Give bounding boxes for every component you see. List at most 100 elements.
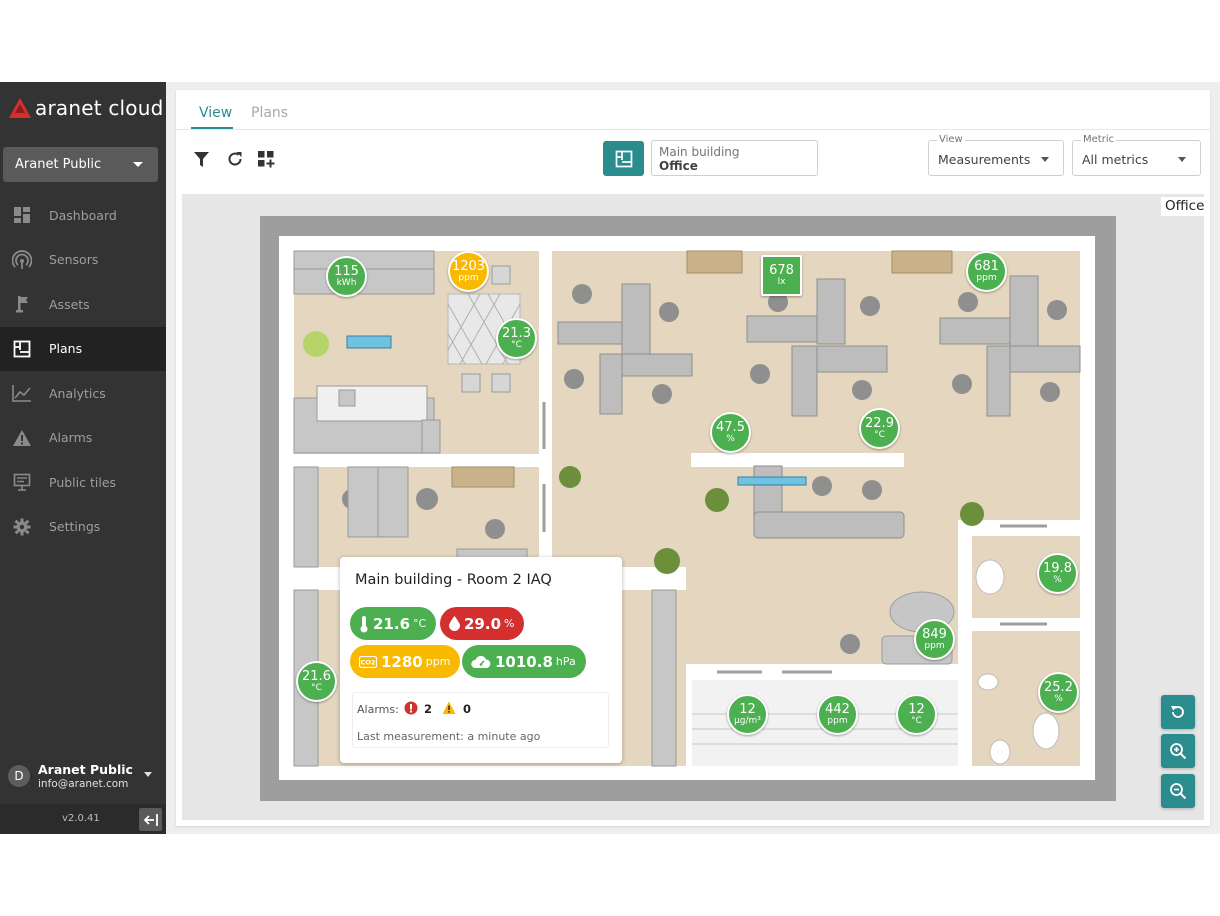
sidebar-item-alarms[interactable]: Alarms	[0, 416, 166, 461]
chip-value: 21.6	[373, 614, 411, 633]
marker-value: 849	[922, 627, 947, 642]
alarms-label: Alarms:	[357, 703, 399, 716]
floor-plan-icon	[615, 150, 632, 167]
measurement-marker[interactable]: 849 ppm	[914, 619, 955, 660]
aranet-logo[interactable]: aranet cloud	[8, 96, 163, 120]
sidebar-item-settings[interactable]: Settings	[0, 505, 166, 550]
organization-selector[interactable]: Aranet Public	[3, 147, 158, 182]
marker-unit: ppm	[976, 273, 997, 283]
chip-unit: %	[504, 617, 515, 630]
add-widget-button[interactable]	[257, 150, 275, 168]
sidebar-item-sensors[interactable]: Sensors	[0, 238, 166, 283]
sidebar-item-plans[interactable]: Plans	[0, 326, 166, 371]
marker-unit: %	[1054, 694, 1063, 704]
chevron-down-icon	[1178, 157, 1186, 162]
app-version: v2.0.41	[62, 813, 100, 824]
zoom-in-icon	[1170, 743, 1187, 760]
marker-unit: %	[1053, 575, 1062, 585]
chip-unit: hPa	[555, 655, 576, 668]
measurement-marker[interactable]: 21.6 °C	[296, 661, 337, 702]
public-tiles-icon	[12, 472, 32, 492]
brand-name: aranet cloud	[35, 96, 164, 120]
humidity-drop-icon	[449, 616, 460, 631]
measurement-marker[interactable]: 12 µg/m³	[727, 694, 768, 735]
metric-dropdown-label: Metric	[1081, 134, 1117, 145]
measurement-marker[interactable]: 25.2 %	[1038, 672, 1079, 713]
sidebar-item-public-tiles[interactable]: Public tiles	[0, 460, 166, 505]
measurement-marker[interactable]: 12 °C	[896, 694, 937, 735]
assets-icon	[12, 294, 32, 314]
location-field[interactable]: Main building Office	[651, 140, 818, 176]
marker-unit: ppm	[827, 716, 848, 726]
sidebar-item-analytics[interactable]: Analytics	[0, 371, 166, 416]
svg-text:CO2: CO2	[361, 658, 376, 666]
marker-value: 25.2	[1044, 680, 1073, 695]
user-menu[interactable]: D Aranet Public info@aranet.com	[8, 762, 158, 796]
floor-plan-canvas[interactable]: Office 115 kWh 1203 ppm 21.3 °C 678 lx 6…	[182, 194, 1204, 820]
marker-value: 681	[974, 259, 999, 274]
plans-icon	[12, 339, 32, 359]
marker-value: 47.5	[716, 420, 745, 435]
chip-unit: ppm	[425, 655, 451, 668]
view-dropdown-label: View	[937, 134, 965, 145]
chip-value: 1280	[381, 652, 423, 671]
marker-value: 22.9	[865, 416, 894, 431]
tab-plans[interactable]: Plans	[251, 105, 288, 121]
marker-unit: lx	[777, 277, 786, 287]
measurement-marker[interactable]: 47.5 %	[710, 412, 751, 453]
measurement-marker[interactable]: 1203 ppm	[448, 251, 489, 292]
marker-unit: °C	[874, 430, 885, 440]
measurement-marker[interactable]: 19.8 %	[1037, 553, 1078, 594]
temperature-chip: 21.6 °C	[350, 607, 437, 640]
zoom-out-button[interactable]	[1161, 774, 1195, 808]
filter-icon	[193, 151, 209, 167]
organization-name: Aranet Public	[15, 157, 102, 172]
metric-dropdown[interactable]: Metric All metrics	[1072, 134, 1201, 176]
collapse-sidebar-button[interactable]	[139, 808, 162, 831]
dashboard-icon	[12, 205, 32, 225]
co2-icon: CO2	[359, 655, 377, 668]
sensors-icon	[12, 249, 32, 270]
measurement-marker[interactable]: 442 ppm	[817, 694, 858, 735]
marker-unit: °C	[911, 716, 922, 726]
plan-select-button[interactable]	[603, 141, 644, 176]
reset-view-button[interactable]	[1161, 695, 1195, 729]
measurement-marker[interactable]: 678 lx	[761, 255, 802, 296]
warning-alarm-icon	[442, 701, 456, 714]
room-label: Office	[1161, 197, 1204, 216]
measurement-marker[interactable]: 115 kWh	[326, 256, 367, 297]
location-building: Main building	[659, 145, 740, 159]
humidity-chip: 29.0 %	[440, 607, 525, 640]
refresh-button[interactable]	[226, 150, 244, 168]
metric-dropdown-value: All metrics	[1082, 152, 1149, 167]
critical-alarm-count: 2	[424, 702, 433, 716]
plans-panel: View Plans Main building Office View Mea…	[176, 90, 1210, 826]
sidebar-item-label: Settings	[49, 519, 101, 535]
reset-view-icon	[1171, 706, 1184, 718]
filter-button[interactable]	[192, 150, 210, 168]
marker-value: 12	[908, 702, 925, 717]
marker-value: 442	[825, 702, 850, 717]
sidebar-item-dashboard[interactable]: Dashboard	[0, 193, 166, 238]
alarms-icon	[12, 428, 32, 448]
measurement-marker[interactable]: 22.9 °C	[859, 408, 900, 449]
marker-value: 678	[769, 263, 794, 278]
chip-unit: °C	[413, 617, 427, 630]
sidebar-footer: v2.0.41	[0, 804, 166, 834]
measurement-marker[interactable]: 21.3 °C	[496, 318, 537, 359]
sidebar-item-assets[interactable]: Assets	[0, 282, 166, 327]
zoom-in-button[interactable]	[1161, 734, 1195, 768]
view-dropdown[interactable]: View Measurements	[928, 134, 1064, 176]
tab-view[interactable]: View	[199, 105, 232, 121]
chevron-down-icon	[133, 162, 143, 167]
warning-alarm-count: 0	[463, 702, 472, 716]
location-room: Office	[659, 159, 698, 173]
marker-value: 21.3	[502, 326, 531, 341]
sidebar-item-label: Analytics	[49, 385, 106, 401]
thermometer-icon	[360, 615, 368, 632]
zoom-out-icon	[1170, 783, 1187, 800]
sidebar: aranet cloud Aranet Public Dashboard Sen…	[0, 82, 166, 834]
add-widget-icon	[257, 150, 274, 167]
marker-value: 115	[334, 264, 359, 279]
measurement-marker[interactable]: 681 ppm	[966, 251, 1007, 292]
